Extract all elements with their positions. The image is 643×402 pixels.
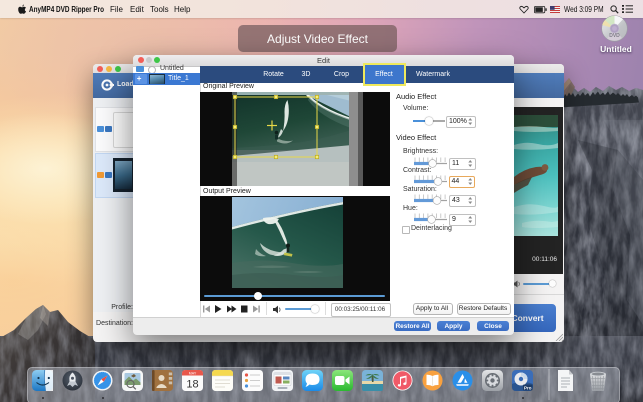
svg-text:Pro: Pro xyxy=(524,385,532,390)
svg-text:DVD: DVD xyxy=(609,33,620,39)
svg-text:18: 18 xyxy=(186,379,198,391)
svg-text:MAY: MAY xyxy=(189,371,197,375)
